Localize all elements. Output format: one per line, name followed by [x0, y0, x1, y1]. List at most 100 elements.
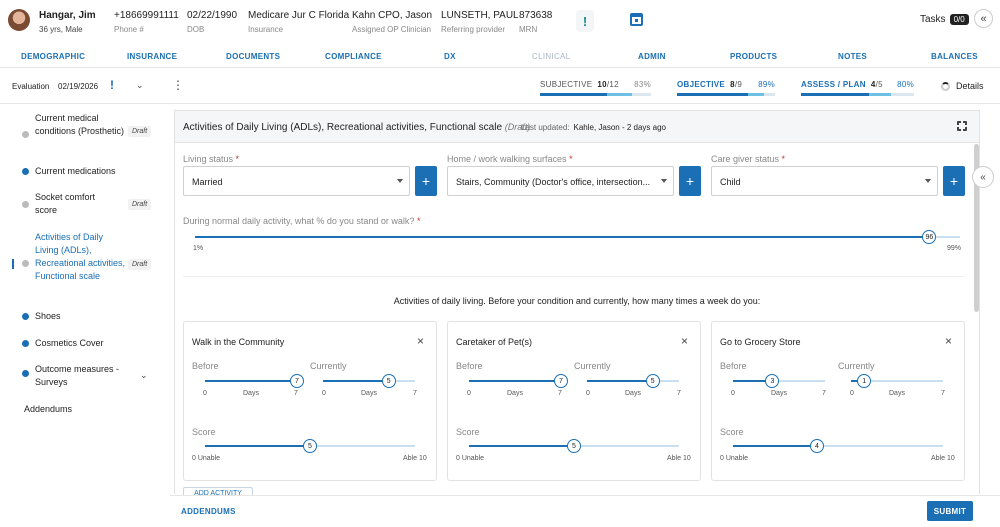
insurance-label: Insurance: [248, 25, 284, 34]
referrer-label: Referring provider: [441, 25, 506, 34]
sidebar-item-socket-comfort[interactable]: Socket comfort score: [22, 191, 115, 217]
before-label: Before: [456, 361, 483, 371]
slider-thumb[interactable]: 4: [810, 439, 824, 453]
collapse-header-icon[interactable]: «: [974, 9, 993, 28]
close-icon[interactable]: ×: [417, 334, 424, 348]
slider-thumb[interactable]: 5: [303, 439, 317, 453]
tab-products[interactable]: PRODUCTS: [730, 52, 777, 61]
tab-documents[interactable]: DOCUMENTS: [226, 52, 280, 61]
tab-clinical[interactable]: CLINICAL: [532, 52, 570, 61]
progress-label: SUBJECTIVE: [540, 80, 593, 89]
addendums-button[interactable]: ADDENDUMS: [181, 507, 236, 516]
encounter-date[interactable]: 02/19/2026: [58, 82, 98, 91]
max-label: 7: [294, 390, 298, 397]
min-label: 0 Unable: [720, 455, 749, 462]
stand-walk-label: During normal daily activity, what % do …: [183, 216, 420, 226]
check-icon: [22, 340, 29, 347]
tasks-label: Tasks: [920, 14, 946, 25]
alert-icon[interactable]: !: [576, 10, 594, 32]
slider-thumb[interactable]: 5: [645, 374, 660, 388]
tasks-button[interactable]: Tasks 0/0: [920, 14, 969, 25]
caregiver-status-select[interactable]: Child: [711, 166, 938, 196]
unit-label: Days: [625, 390, 641, 397]
draft-badge: Draft: [128, 199, 152, 210]
slider-thumb[interactable]: 5: [567, 439, 581, 453]
close-icon[interactable]: ×: [681, 334, 688, 348]
avatar[interactable]: [8, 9, 30, 31]
sidebar-item-cosmetics[interactable]: Cosmetics Cover: [22, 337, 127, 350]
add-caregiver-button[interactable]: +: [943, 166, 965, 196]
check-icon: [22, 370, 29, 377]
slider-thumb[interactable]: 5: [381, 374, 396, 388]
mrn-block: 873638 MRN: [519, 10, 552, 34]
slider-thumb[interactable]: 3: [765, 374, 780, 388]
encounter-alert-icon[interactable]: !: [110, 78, 114, 92]
slider-fill: [323, 380, 389, 382]
expand-icon[interactable]: [957, 121, 967, 131]
max-label: Able 10: [931, 455, 955, 462]
phone-value: +18669991111: [114, 10, 179, 21]
caret-down-icon: [397, 179, 403, 183]
add-living-status-button[interactable]: +: [415, 166, 437, 196]
status-dot-icon: [22, 131, 29, 138]
referrer-value: LUNSETH, PAUL: [441, 10, 519, 21]
tab-balances[interactable]: BALANCES: [931, 52, 978, 61]
required-marker: *: [235, 154, 240, 164]
tab-admin[interactable]: ADMIN: [638, 52, 666, 61]
submit-button[interactable]: SUBMIT: [927, 501, 973, 521]
calendar-icon[interactable]: [630, 13, 643, 26]
sidebar-item-medications[interactable]: Current medications: [22, 165, 155, 178]
patient-name-block: Hangar, Jim 36 yrs, Male: [39, 10, 96, 34]
tab-dx[interactable]: DX: [444, 52, 456, 61]
walking-surfaces-label: Home / work walking surfaces *: [447, 154, 573, 164]
activity-title: Caretaker of Pet(s): [456, 337, 533, 347]
progress-subjective[interactable]: SUBJECTIVE 10/12 83%: [540, 80, 651, 96]
details-button[interactable]: Details: [941, 81, 984, 91]
label-text: Living status: [183, 154, 234, 164]
tab-demographic[interactable]: DEMOGRAPHIC: [21, 52, 85, 61]
min-label: 0 Unable: [192, 455, 221, 462]
sidebar-item-outcome-measures[interactable]: Outcome measures - Surveys: [22, 363, 130, 389]
check-icon: [22, 313, 29, 320]
min-label: 0: [731, 390, 735, 397]
collapse-panel-icon[interactable]: «: [972, 166, 994, 188]
tab-insurance[interactable]: INSURANCE: [127, 52, 177, 61]
close-icon[interactable]: ×: [945, 334, 952, 348]
progress-fill-secondary: [606, 93, 633, 96]
patient-age-sex: 36 yrs, Male: [39, 25, 83, 34]
mrn-value: 873638: [519, 10, 553, 21]
chevron-down-icon[interactable]: ⌄: [136, 80, 144, 91]
activity-card: Walk in the Community × Before Currently…: [183, 321, 437, 481]
progress-assess-plan[interactable]: ASSESS / PLAN 4/5 80%: [801, 80, 914, 96]
sidebar-item-shoes[interactable]: Shoes: [22, 310, 127, 323]
adl-question: Activities of daily living. Before your …: [393, 296, 761, 306]
progress-objective[interactable]: OBJECTIVE 8/9 89%: [677, 80, 775, 96]
patient-name[interactable]: Hangar, Jim: [39, 10, 96, 21]
slider-fill: [205, 445, 310, 447]
tab-notes[interactable]: NOTES: [838, 52, 867, 61]
slider-thumb[interactable]: 7: [554, 374, 568, 388]
sidebar-item-medical-conditions[interactable]: Current medical conditions (Prosthetic): [22, 112, 127, 138]
living-status-select[interactable]: Married: [183, 166, 410, 196]
slider-thumb[interactable]: 96: [922, 230, 937, 244]
chevron-down-icon[interactable]: ⌄: [140, 370, 148, 381]
score-label: Score: [192, 427, 216, 437]
slider-fill: [205, 380, 297, 382]
selected-value: Stairs, Community (Doctor's office, inte…: [456, 177, 651, 187]
slider-thumb[interactable]: 7: [290, 374, 304, 388]
label-text: Care giver status: [711, 154, 780, 164]
sidebar-item-adls[interactable]: Activities of Daily Living (ADLs), Recre…: [22, 231, 127, 283]
before-label: Before: [192, 361, 219, 371]
progress-fill: [540, 93, 607, 96]
tasks-count-badge: 0/0: [949, 14, 969, 25]
walking-surfaces-select[interactable]: Stairs, Community (Doctor's office, inte…: [447, 166, 674, 196]
slider-thumb[interactable]: 1: [857, 374, 872, 388]
add-walking-surface-button[interactable]: +: [679, 166, 701, 196]
sidebar-item-addendums[interactable]: Addendums: [24, 404, 72, 414]
score-label: Score: [456, 427, 480, 437]
tab-compliance[interactable]: COMPLIANCE: [325, 52, 382, 61]
more-options-icon[interactable]: ⋮: [172, 78, 184, 92]
slider-fill: [469, 445, 574, 447]
activity-title: Go to Grocery Store: [720, 337, 801, 347]
progress-fill-secondary: [747, 93, 765, 96]
